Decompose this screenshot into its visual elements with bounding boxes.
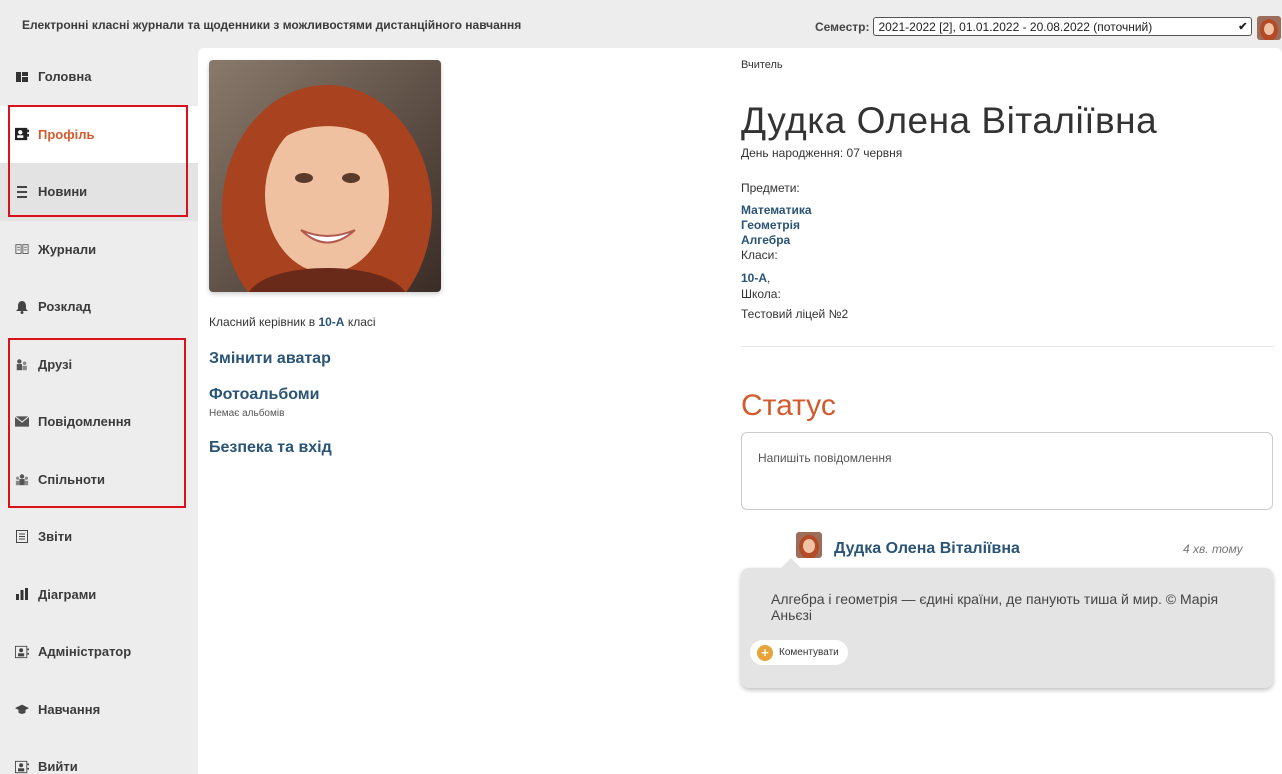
sidebar-item-label: Навчання	[38, 701, 101, 717]
logout-icon	[15, 760, 29, 774]
highlight-frame-social	[8, 338, 186, 508]
sidebar-item-charts[interactable]: Діаграми	[0, 566, 198, 624]
top-bar: Електронні класні журнали та щоденники з…	[0, 0, 1282, 48]
sidebar-item-label: Звіти	[38, 529, 73, 545]
classes-label: Класи:	[741, 248, 778, 262]
profile-photo[interactable]	[209, 60, 441, 292]
bell-icon	[15, 300, 29, 314]
subjects-label: Предмети:	[741, 181, 800, 195]
school-value: Тестовий ліцей №2	[741, 307, 849, 321]
post-author-avatar[interactable]	[796, 532, 822, 558]
subject-link[interactable]: Математика	[741, 204, 812, 216]
book-icon	[15, 242, 29, 256]
sidebar-item-logout[interactable]: Вийти	[0, 738, 198, 774]
semester-selector: Семестр: 2021-2022 [2], 01.01.2022 - 20.…	[815, 17, 1253, 36]
school-label: Школа:	[741, 287, 781, 301]
highlight-frame-profile-news	[8, 105, 188, 217]
subject-link[interactable]: Геометрія	[741, 219, 800, 231]
classes-list: 10-А,	[741, 272, 770, 284]
change-avatar-link[interactable]: Змінити аватар	[209, 350, 331, 368]
semester-label: Семестр:	[815, 19, 870, 34]
comment-button[interactable]: + Коментувати	[750, 640, 848, 665]
sidebar-item-label: Адміністратор	[38, 644, 132, 660]
birthday-text: День народження: 07 червня	[741, 146, 903, 160]
user-role: Вчитель	[741, 59, 783, 71]
class-head-class-link[interactable]: 10-А	[318, 315, 344, 329]
post-text: Алгебра і геометрія — єдині країни, де п…	[771, 591, 1219, 623]
class-head-suffix: класі	[347, 315, 376, 329]
chart-icon	[15, 587, 29, 601]
comment-button-label: Коментувати	[779, 647, 839, 658]
sidebar-item-reports[interactable]: Звіти	[0, 508, 198, 566]
sidebar-item-journals[interactable]: Журнали	[0, 221, 198, 279]
sidebar-item-admin[interactable]: Адміністратор	[0, 623, 198, 681]
app-title: Електронні класні журнали та щоденники з…	[22, 18, 522, 32]
no-albums-text: Немає альбомів	[209, 408, 285, 419]
classes-separator: ,	[767, 271, 771, 285]
sidebar-item-label: Діаграми	[38, 586, 97, 602]
sidebar-item-home[interactable]: Головна	[0, 48, 198, 106]
class-link[interactable]: 10-А	[741, 271, 767, 285]
plus-circle-icon: +	[757, 644, 773, 661]
sidebar-item-label: Розклад	[38, 299, 91, 315]
section-divider	[741, 346, 1274, 347]
report-icon	[15, 530, 29, 544]
user-avatar[interactable]	[1257, 16, 1281, 40]
home-icon	[15, 70, 29, 84]
status-placeholder: Напишіть повідомлення	[758, 451, 892, 465]
graduation-cap-icon	[15, 702, 29, 716]
admin-icon	[15, 645, 29, 659]
profile-full-name: Дудка Олена Віталіївна	[741, 100, 1158, 141]
status-input[interactable]: Напишіть повідомлення	[741, 432, 1273, 510]
status-heading: Статус	[741, 389, 836, 422]
sidebar-item-learning[interactable]: Навчання	[0, 681, 198, 739]
semester-select[interactable]: 2021-2022 [2], 01.01.2022 - 20.08.2022 (…	[873, 17, 1253, 36]
photo-albums-link[interactable]: Фотоальбоми	[209, 386, 319, 404]
post-author-name[interactable]: Дудка Олена Віталіївна	[834, 540, 1020, 558]
chevron-down-icon: ✔	[1238, 21, 1248, 33]
sidebar-item-label: Вийти	[38, 759, 78, 774]
post-timestamp: 4 хв. тому	[1183, 542, 1243, 556]
sidebar-item-schedule[interactable]: Розклад	[0, 278, 198, 336]
semester-value: 2021-2022 [2], 01.01.2022 - 20.08.2022 (…	[878, 19, 1153, 34]
sidebar-item-label: Журнали	[38, 241, 97, 257]
security-link[interactable]: Безпека та вхід	[209, 439, 332, 457]
class-head-info: Класний керівник в 10-А класі	[209, 315, 376, 329]
main-panel: Класний керівник в 10-А класі Змінити ав…	[198, 48, 1282, 774]
subject-link[interactable]: Алгебра	[741, 234, 790, 246]
status-post: Алгебра і геометрія — єдині країни, де п…	[741, 558, 1273, 688]
sidebar-item-label: Головна	[38, 69, 92, 85]
class-head-prefix: Класний керівник в	[209, 315, 316, 329]
